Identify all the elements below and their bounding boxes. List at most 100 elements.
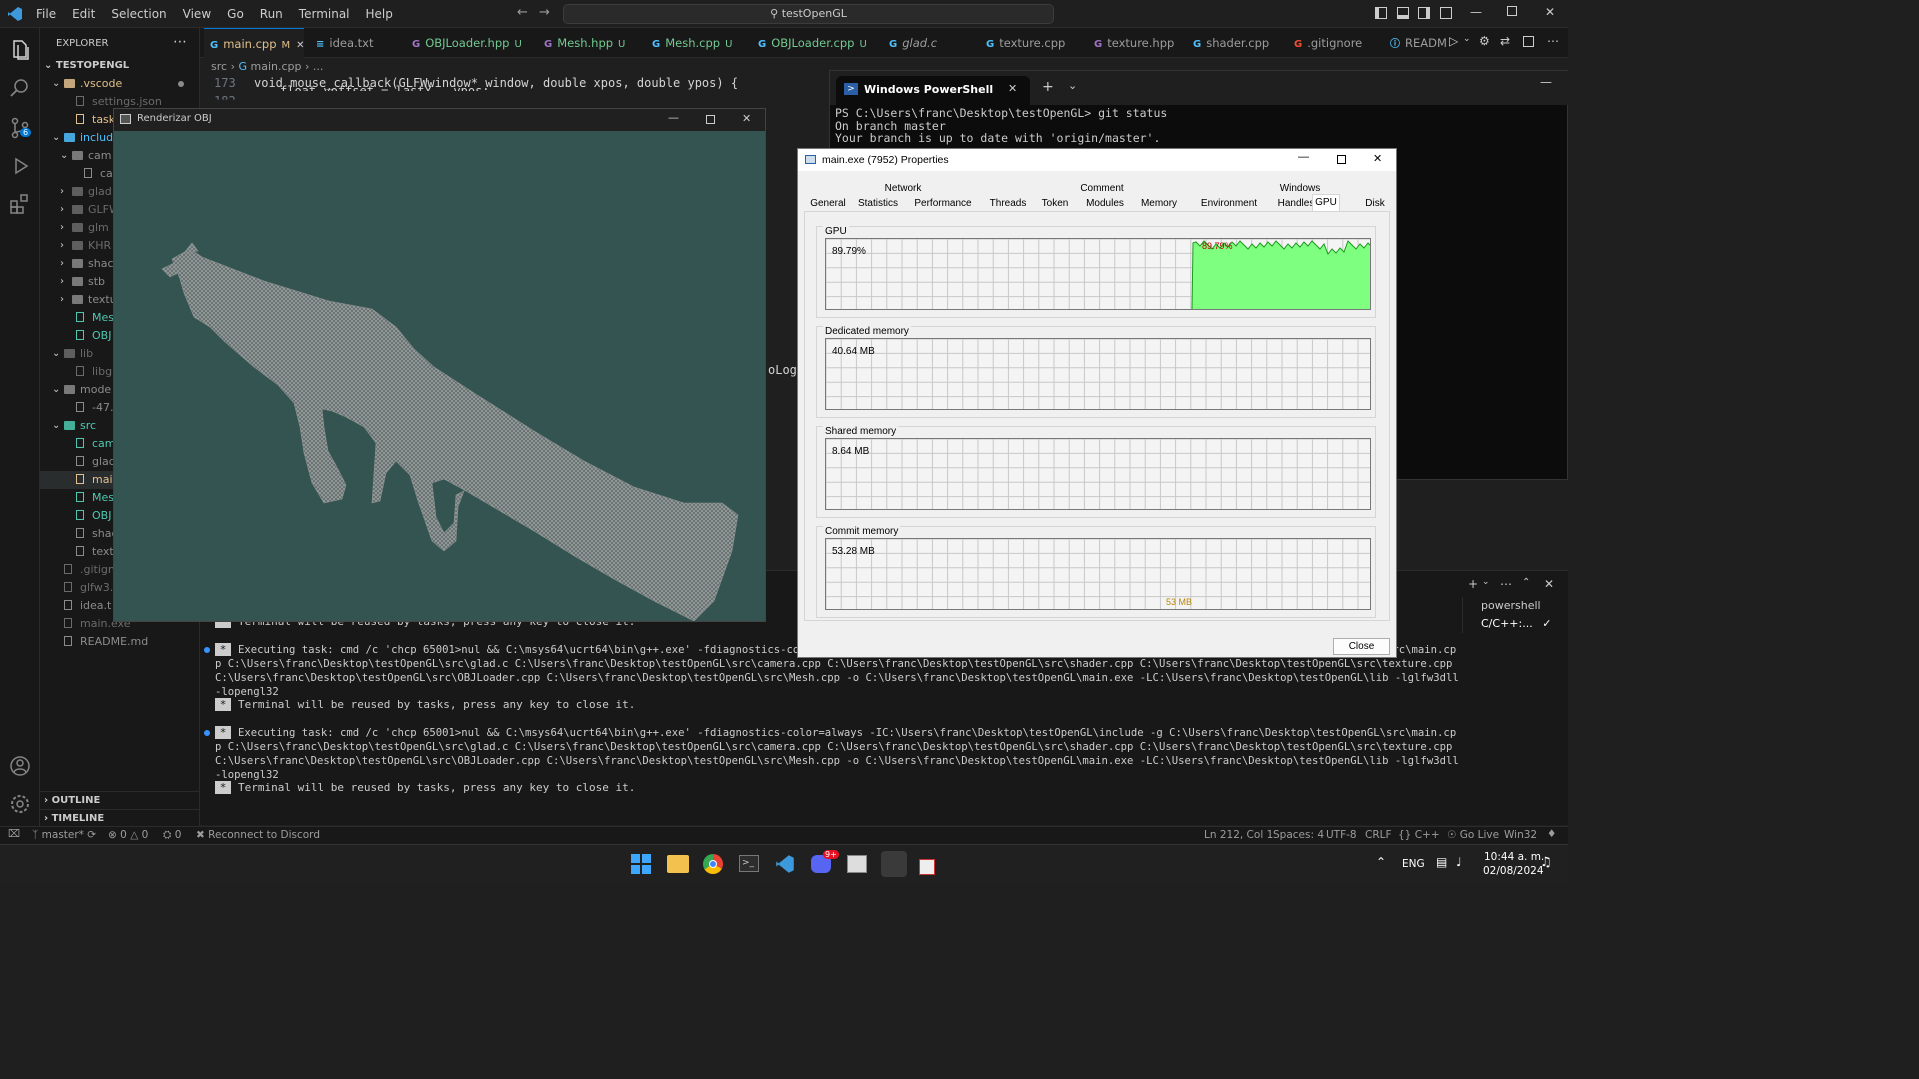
new-terminal-icon[interactable]: + [1468, 577, 1478, 591]
line-ending[interactable]: CRLF [1365, 829, 1392, 841]
menu-view[interactable]: View [175, 0, 219, 28]
powershell-tab[interactable]: > Windows PowerShell ✕ [836, 76, 1030, 105]
prop-tab-handles[interactable]: Handles [1276, 196, 1316, 211]
menu-terminal[interactable]: Terminal [291, 0, 358, 28]
prop-tab-gpu[interactable]: GPU [1312, 194, 1340, 211]
indentation[interactable]: Spaces: 4 [1273, 829, 1324, 841]
prop-tab-general[interactable]: General [806, 196, 850, 211]
window-close-icon[interactable]: ✕ [1545, 5, 1555, 19]
prop-tab-performance[interactable]: Performance [908, 196, 978, 211]
show-hidden-icons-chevron-icon[interactable]: ⌃ [1376, 855, 1386, 869]
terminal-item-powershell[interactable]: powershell [1463, 597, 1568, 615]
windows-start-icon[interactable] [631, 854, 651, 874]
window-maximize-icon[interactable] [1507, 6, 1517, 16]
workspace-root[interactable]: ⌄ TESTOPENGL [40, 57, 200, 75]
prop-tab-modules[interactable]: Modules [1078, 196, 1132, 211]
problems-item[interactable]: ⊗ 0 △ 0 [108, 829, 148, 841]
window-minimize-icon[interactable]: — [1470, 5, 1482, 19]
tab-mesh-hpp[interactable]: G Mesh.hpp U [538, 28, 625, 58]
prop-tab-comment[interactable]: Comment [1050, 181, 1154, 196]
customize-layout-icon[interactable] [1440, 7, 1452, 19]
branch-item[interactable]: ᛉ master* ⟳ [32, 829, 96, 841]
prop-tab-memory[interactable]: Memory [1134, 196, 1184, 211]
remote-icon[interactable]: ⌧ [8, 828, 20, 840]
tab-texture-hpp[interactable]: Gtexture.hpp [1088, 28, 1174, 58]
tree-item[interactable]: ⌄ .vscode [40, 75, 200, 93]
extensions-icon[interactable] [8, 192, 32, 216]
chevron-down-icon[interactable]: ⌄ [1463, 34, 1471, 44]
terminal-app-icon[interactable]: >_ [739, 855, 759, 872]
opengl-viewport[interactable] [114, 131, 765, 621]
tree-item[interactable]: README.md [40, 633, 200, 651]
cursor-position[interactable]: Ln 212, Col 1 [1204, 829, 1273, 841]
more-actions-icon[interactable]: ⋯ [1547, 34, 1559, 48]
back-arrow-icon[interactable]: ← [517, 5, 528, 20]
timeline-section[interactable]: › TIMELINE [40, 809, 200, 827]
search-icon[interactable] [8, 76, 32, 100]
toggle-sidebar-icon[interactable] [1375, 7, 1387, 19]
process-properties-window[interactable]: main.exe (7952) Properties — ✕ Network Co… [797, 148, 1397, 658]
source-control-icon[interactable]: 6 [8, 116, 32, 140]
volume-icon[interactable]: ♩ [1456, 855, 1462, 869]
chevron-down-icon[interactable]: ⌄ [1068, 79, 1077, 92]
outline-section[interactable]: › OUTLINE [40, 791, 200, 809]
close-button[interactable]: Close [1333, 638, 1390, 655]
tab-objloader-hpp[interactable]: G OBJLoader.hpp U [406, 28, 522, 58]
input-language[interactable]: ENG [1402, 858, 1425, 870]
toggle-secondary-sidebar-icon[interactable] [1418, 7, 1430, 19]
prop-tab-threads[interactable]: Threads [984, 196, 1032, 211]
chrome-icon[interactable] [703, 854, 723, 874]
maximize-panel-icon[interactable]: ⌃ [1522, 577, 1530, 588]
prop-tab-token[interactable]: Token [1036, 196, 1074, 211]
tab-glad-c[interactable]: Gglad.c [883, 28, 937, 58]
process-explorer-icon[interactable] [881, 851, 907, 877]
run-icon[interactable]: ▷ [1449, 34, 1458, 48]
prop-tab-environment[interactable]: Environment [1186, 196, 1272, 211]
clock-date[interactable]: 02/08/2024 [1483, 865, 1544, 877]
network-icon[interactable]: ▤ [1436, 855, 1447, 869]
menu-go[interactable]: Go [219, 0, 252, 28]
language-mode[interactable]: {} C++ [1398, 829, 1440, 841]
menu-run[interactable]: Run [252, 0, 291, 28]
run-debug-icon[interactable] [8, 154, 32, 178]
minimize-icon[interactable]: — [1540, 75, 1552, 89]
menu-selection[interactable]: Selection [103, 0, 174, 28]
prop-tab-disk[interactable]: Disk [1358, 196, 1392, 211]
tab-objloader-cpp[interactable]: G OBJLoader.cpp U [752, 28, 867, 58]
tab-idea-txt[interactable]: ≡ idea.txt [310, 28, 374, 58]
new-tab-icon[interactable]: + [1042, 79, 1054, 95]
toggle-panel-icon[interactable] [1397, 7, 1409, 19]
terminal-item-task[interactable]: C/C++:... ✓ [1463, 615, 1568, 633]
forward-arrow-icon[interactable]: → [539, 5, 550, 20]
more-actions-icon[interactable]: ⋯ [1500, 577, 1512, 591]
vscode-taskbar-icon[interactable] [775, 854, 795, 874]
breadcrumb-symbol[interactable]: ... [313, 60, 324, 73]
clock-time[interactable]: 10:44 a. m. [1484, 851, 1544, 863]
accounts-icon[interactable] [8, 754, 32, 778]
platform[interactable]: Win32 [1504, 829, 1537, 841]
go-live-item[interactable]: ☉ Go Live [1447, 829, 1499, 841]
window-minimize-icon[interactable]: — [668, 111, 679, 124]
window-minimize-icon[interactable]: — [1298, 151, 1309, 163]
split-editor-icon[interactable] [1523, 36, 1534, 47]
window-maximize-icon[interactable] [1337, 155, 1346, 164]
explorer-icon[interactable] [8, 38, 32, 62]
tab-shader-cpp[interactable]: Gshader.cpp [1187, 28, 1269, 58]
render-window[interactable]: Renderizar OBJ — ✕ [113, 108, 766, 622]
explorer-more-actions-icon[interactable]: ⋯ [173, 34, 187, 50]
close-tab-icon[interactable]: ✕ [296, 40, 304, 51]
prop-tab-network[interactable]: Network [856, 181, 950, 196]
close-panel-icon[interactable]: ✕ [1544, 577, 1554, 591]
compare-icon[interactable]: ⇄ [1500, 34, 1510, 48]
chevron-down-icon[interactable]: ⌄ [1482, 577, 1490, 587]
prop-tab-statistics[interactable]: Statistics [852, 196, 904, 211]
menu-edit[interactable]: Edit [64, 0, 103, 28]
encoding[interactable]: UTF-8 [1326, 829, 1357, 841]
window-close-icon[interactable]: ✕ [1373, 152, 1382, 165]
file-explorer-icon[interactable] [667, 855, 689, 873]
app-window-taskbar-icon[interactable] [847, 855, 867, 873]
settings-gear-icon[interactable]: ⚙ [1479, 34, 1490, 48]
window-close-icon[interactable]: ✕ [742, 112, 751, 125]
ports-item[interactable]: ⛭ 0 [163, 829, 181, 842]
tab-mesh-cpp[interactable]: G Mesh.cpp U [646, 28, 732, 58]
